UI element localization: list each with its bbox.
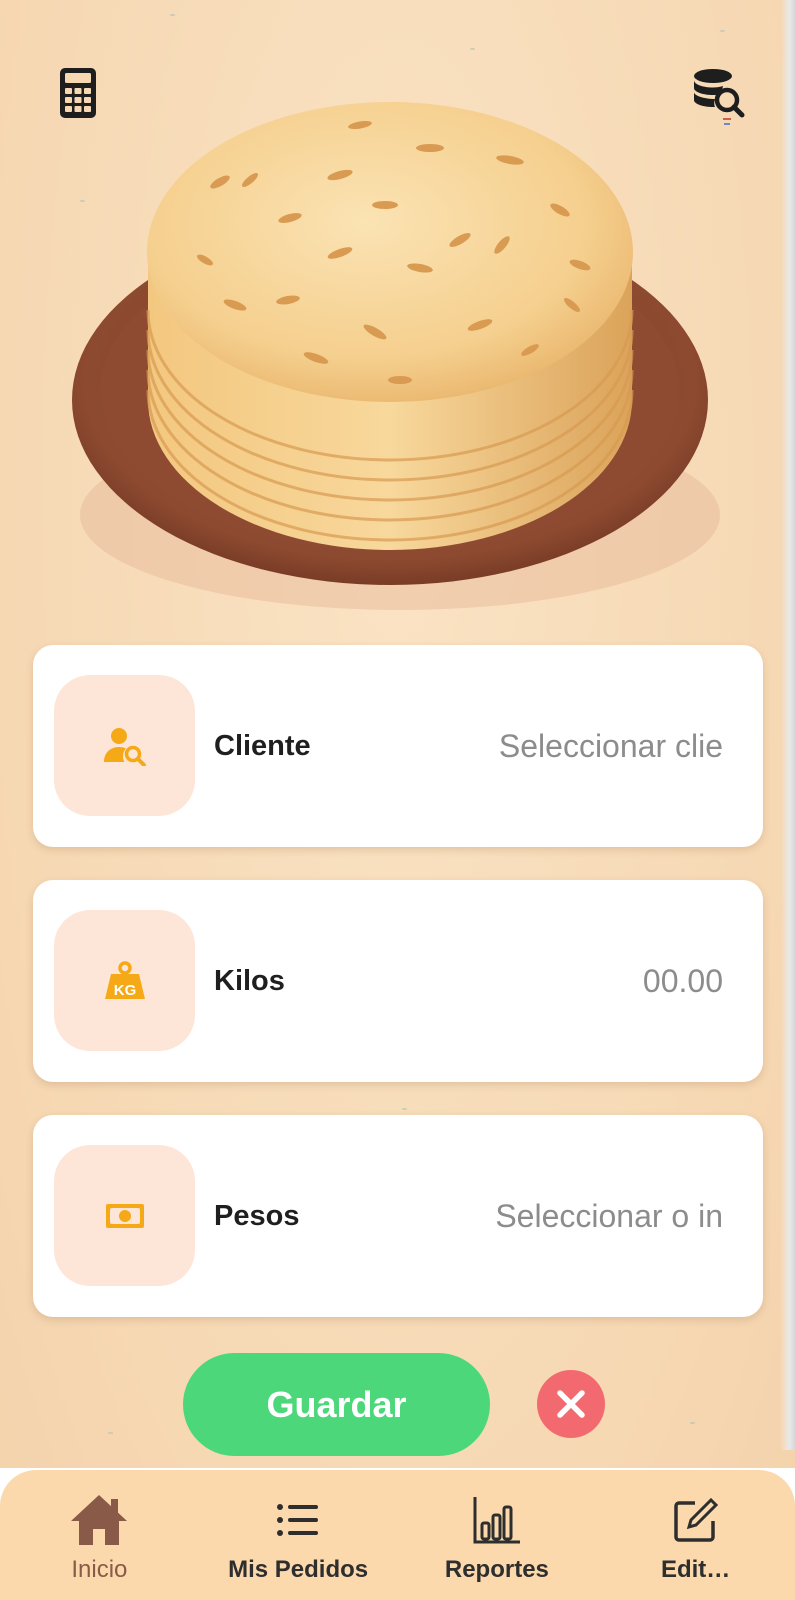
nav-item-editar[interactable]: Edit…: [596, 1470, 795, 1600]
save-button[interactable]: Guardar: [183, 1353, 490, 1456]
kilos-icon-box: KG: [54, 910, 195, 1051]
svg-text:KG: KG: [113, 982, 136, 999]
bottom-navigation: Inicio Mis Pedidos Reportes Edit…: [0, 1470, 795, 1600]
kg-weight-icon: KG: [104, 960, 145, 999]
home-icon: [71, 1495, 128, 1545]
kilos-field-card[interactable]: KG Kilos 00.00: [33, 880, 763, 1082]
nav-label: Mis Pedidos: [228, 1556, 369, 1583]
nav-item-inicio[interactable]: Inicio: [0, 1470, 199, 1600]
pesos-input[interactable]: Seleccionar o in: [443, 1115, 723, 1317]
background-speck: [690, 1422, 695, 1424]
background-speck: [720, 30, 725, 32]
app-screen: Cliente Seleccionar clie KG Kilos 00.00 …: [0, 0, 795, 1600]
background-speck: [402, 1108, 407, 1110]
background-speck: [108, 1432, 113, 1434]
nav-label: Edit…: [660, 1556, 731, 1583]
scroll-edge: [781, 0, 795, 1450]
background-speck: [170, 14, 175, 16]
background-speck: [470, 48, 475, 50]
pesos-icon-box: [54, 1145, 195, 1286]
nav-label: Inicio: [71, 1556, 128, 1583]
nav-item-reportes[interactable]: Reportes: [398, 1470, 597, 1600]
pesos-label: Pesos: [214, 1199, 300, 1232]
pesos-field-card[interactable]: Pesos Seleccionar o in: [33, 1115, 763, 1317]
edit-icon: [673, 1497, 718, 1542]
cash-icon: [105, 1203, 144, 1228]
kilos-label: Kilos: [214, 964, 285, 997]
close-icon: [557, 1390, 585, 1418]
user-search-icon: [103, 727, 146, 766]
tortilla-stack-illustration: [72, 102, 720, 610]
list-icon: [277, 1504, 319, 1536]
cliente-select[interactable]: Seleccionar clie: [443, 645, 723, 847]
nav-item-mis-pedidos[interactable]: Mis Pedidos: [199, 1470, 398, 1600]
cancel-button[interactable]: [537, 1370, 605, 1438]
cliente-icon-box: [54, 675, 195, 816]
cliente-label: Cliente: [214, 729, 311, 762]
bar-chart-icon: [473, 1497, 520, 1544]
kilos-input[interactable]: 00.00: [443, 880, 723, 1082]
nav-label: Reportes: [444, 1556, 549, 1583]
cliente-field-card[interactable]: Cliente Seleccionar clie: [33, 645, 763, 847]
